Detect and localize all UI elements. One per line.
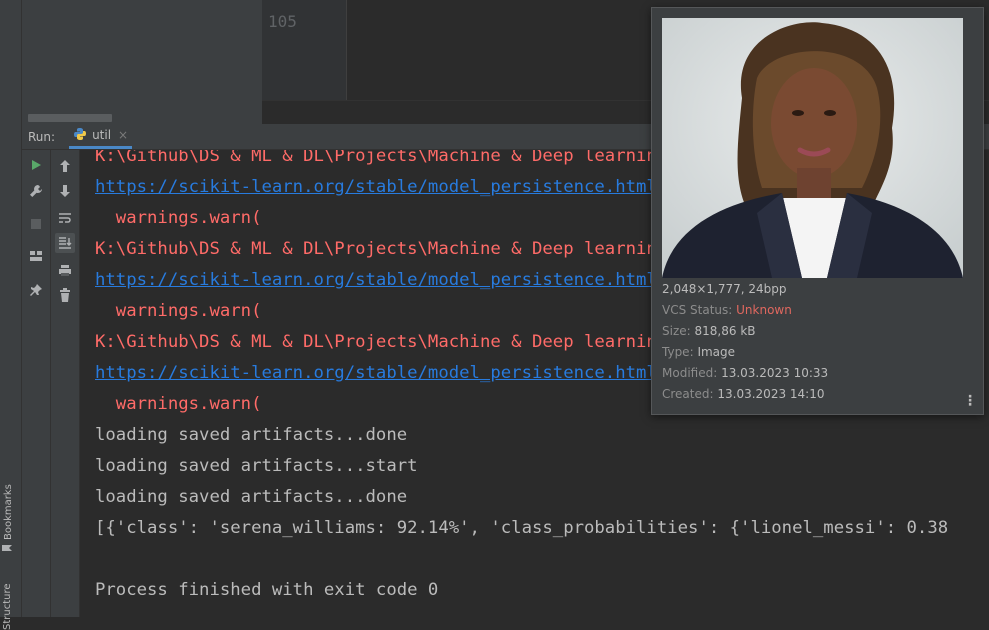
- console-line: K:\Github\DS & ML & DL\Projects\Machine …: [95, 332, 668, 352]
- console-line: warnings.warn(: [95, 394, 262, 414]
- console-line: [{'class': 'serena_williams: 92.14%', 'c…: [95, 518, 949, 538]
- run-tab-label: util: [92, 128, 112, 142]
- type-row: Type: Image: [662, 345, 735, 359]
- restore-layout-button[interactable]: [26, 246, 46, 266]
- run-label: Run:: [28, 129, 56, 144]
- close-tab-icon[interactable]: ×: [118, 128, 128, 142]
- modified-row: Modified: 13.03.2023 10:33: [662, 366, 828, 380]
- type-label: Type:: [662, 345, 694, 359]
- vcs-status-row: VCS Status: Unknown: [662, 303, 792, 317]
- rerun-button[interactable]: [26, 155, 46, 175]
- trash-icon: [60, 288, 70, 302]
- pin-tab-button[interactable]: [26, 280, 46, 300]
- created-row: Created: 13.03.2023 14:10: [662, 387, 824, 401]
- python-icon: [73, 127, 87, 144]
- scroll-to-end-icon: [59, 237, 72, 249]
- up-stack-button[interactable]: [55, 156, 75, 176]
- console-link[interactable]: https://scikit-learn.org/stable/model_pe…: [95, 363, 657, 383]
- console-line: K:\Github\DS & ML & DL\Projects\Machine …: [95, 239, 668, 259]
- pin-icon: [30, 284, 42, 296]
- stop-button[interactable]: [26, 214, 46, 234]
- size-row: Size: 818,86 kB: [662, 324, 756, 338]
- project-scrollbar[interactable]: [28, 114, 112, 122]
- created-value: 13.03.2023 14:10: [717, 387, 825, 401]
- type-value: Image: [697, 345, 736, 359]
- line-number: 105: [268, 12, 297, 31]
- modified-label: Modified:: [662, 366, 718, 380]
- size-label: Size:: [662, 324, 691, 338]
- stop-icon: [31, 219, 41, 229]
- run-tab-util[interactable]: util ×: [69, 124, 133, 149]
- console-link[interactable]: https://scikit-learn.org/stable/model_pe…: [95, 177, 657, 197]
- console-line: Process finished with exit code 0: [95, 580, 439, 600]
- image-dimensions: 2,048×1,777, 24bpp: [662, 282, 787, 296]
- vcs-status-label: VCS Status:: [662, 303, 733, 317]
- arrow-up-icon: [60, 160, 70, 172]
- left-tool-strip: Bookmarks Structure: [0, 0, 22, 630]
- bookmarks-tab-label: Bookmarks: [3, 484, 14, 540]
- wrench-icon: [30, 185, 42, 197]
- vcs-status-value: Unknown: [736, 303, 792, 317]
- console-line: warnings.warn(: [95, 301, 262, 321]
- clear-all-button[interactable]: [55, 285, 75, 305]
- image-preview: [662, 18, 963, 278]
- more-vertical-icon[interactable]: ⋮: [963, 393, 977, 409]
- console-line: K:\Github\DS & ML & DL\Projects\Machine …: [95, 150, 668, 166]
- structure-tab-label: Structure: [2, 583, 13, 630]
- size-value: 818,86 kB: [694, 324, 756, 338]
- soft-wrap-icon: [59, 213, 71, 223]
- run-toolbar-primary: [22, 150, 51, 617]
- edit-configuration-button[interactable]: [26, 181, 46, 201]
- down-stack-button[interactable]: [55, 181, 75, 201]
- console-link[interactable]: https://scikit-learn.org/stable/model_pe…: [95, 270, 657, 290]
- console-line: loading saved artifacts...done: [95, 425, 408, 445]
- scroll-to-end-button[interactable]: [55, 233, 75, 253]
- run-toolbar-secondary: [51, 150, 80, 617]
- image-info-popup: 2,048×1,777, 24bpp VCS Status: Unknown S…: [651, 7, 984, 415]
- print-button[interactable]: [55, 260, 75, 280]
- bookmarks-tab[interactable]: Bookmarks: [2, 484, 15, 552]
- console-line: loading saved artifacts...done: [95, 487, 408, 507]
- play-icon: [32, 160, 41, 170]
- bookmark-icon: [2, 544, 15, 552]
- created-label: Created:: [662, 387, 714, 401]
- soft-wrap-button[interactable]: [55, 208, 75, 228]
- printer-icon: [59, 264, 71, 276]
- layout-icon: [30, 251, 42, 261]
- console-line: warnings.warn(: [95, 208, 262, 228]
- modified-value: 13.03.2023 10:33: [721, 366, 829, 380]
- arrow-down-icon: [60, 185, 70, 197]
- portrait-image: [662, 18, 963, 278]
- project-panel: [22, 0, 262, 124]
- structure-tab[interactable]: Structure: [2, 583, 13, 630]
- console-line: loading saved artifacts...start: [95, 456, 418, 476]
